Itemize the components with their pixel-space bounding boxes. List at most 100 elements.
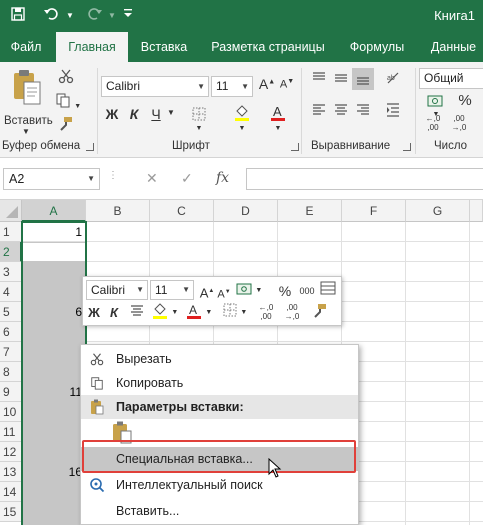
paste-option-button[interactable] bbox=[111, 420, 137, 444]
align-center-button[interactable] bbox=[332, 102, 350, 120]
mini-font-name-combo[interactable]: Calibri ▼ bbox=[86, 280, 148, 300]
menu-item-insert[interactable]: Вставить... bbox=[81, 499, 358, 523]
borders-button[interactable]: ▼ bbox=[186, 106, 212, 139]
insert-function-icon[interactable]: fx bbox=[216, 170, 229, 186]
italic-button[interactable]: К bbox=[126, 106, 142, 122]
name-box[interactable]: A2 ▼ bbox=[3, 168, 100, 190]
shrink-font-button[interactable]: A▼ bbox=[278, 78, 296, 91]
align-left-button[interactable] bbox=[310, 102, 328, 120]
copy-button[interactable]: ▼ bbox=[54, 92, 82, 112]
row-header[interactable]: 15 bbox=[0, 502, 22, 522]
column-header-g[interactable]: G bbox=[406, 200, 470, 222]
cancel-entry-icon[interactable]: ✕ bbox=[146, 170, 158, 187]
mini-merge-button[interactable] bbox=[319, 281, 337, 301]
menu-item-cut[interactable]: Вырезать bbox=[81, 347, 358, 371]
row-header[interactable]: 10 bbox=[0, 402, 22, 422]
chevron-down-icon: ▼ bbox=[241, 82, 249, 91]
cell-a13[interactable]: 16 bbox=[22, 462, 84, 482]
alignment-launcher-icon[interactable] bbox=[403, 143, 411, 151]
mini-shrink-font-button[interactable]: A▼ bbox=[217, 282, 231, 302]
tab-file[interactable]: Файл bbox=[0, 32, 52, 62]
mini-borders-button[interactable]: ▼ bbox=[221, 303, 249, 323]
number-format-combo[interactable]: Общий bbox=[419, 68, 483, 89]
mini-increase-decimal-button[interactable]: ←,0,00 bbox=[255, 303, 277, 323]
redo-icon[interactable] bbox=[84, 6, 104, 26]
mini-bold-button[interactable]: Ж bbox=[87, 303, 101, 323]
mini-format-painter-button[interactable] bbox=[309, 303, 331, 323]
column-header-f[interactable]: F bbox=[342, 200, 406, 222]
font-launcher-icon[interactable] bbox=[291, 143, 299, 151]
mini-align-center-button[interactable] bbox=[129, 303, 145, 323]
tab-formulas[interactable]: Формулы bbox=[340, 32, 414, 62]
increase-decimal-button[interactable]: ←,0,00 bbox=[422, 114, 444, 132]
row-header[interactable]: 8 bbox=[0, 362, 22, 382]
font-color-button[interactable]: A ▼ bbox=[264, 104, 292, 139]
tab-home[interactable]: Главная bbox=[56, 32, 128, 62]
tab-insert[interactable]: Вставка bbox=[132, 32, 196, 62]
fill-color-button[interactable]: ▼ bbox=[228, 104, 256, 139]
mini-font-size-combo[interactable]: 11 ▼ bbox=[150, 280, 194, 300]
column-header-b[interactable]: B bbox=[86, 200, 150, 222]
formula-input[interactable] bbox=[246, 168, 483, 190]
align-top-button[interactable] bbox=[310, 70, 328, 88]
row-header[interactable]: 2 bbox=[0, 242, 22, 262]
customize-icon[interactable] bbox=[118, 6, 138, 26]
row-header[interactable]: 9 bbox=[0, 382, 22, 402]
mini-thousands-button[interactable]: 000 bbox=[297, 281, 317, 301]
paste-button[interactable]: Вставить ▼ bbox=[4, 68, 53, 136]
column-header-a[interactable]: A bbox=[22, 200, 86, 222]
align-bottom-button[interactable] bbox=[352, 68, 374, 90]
mini-accounting-button[interactable]: ▼ bbox=[235, 281, 263, 301]
tab-page-layout[interactable]: Разметка страницы bbox=[206, 32, 330, 62]
mini-font-size-value: 11 bbox=[155, 283, 168, 297]
font-name-combo[interactable]: Calibri ▼ bbox=[101, 76, 209, 97]
copy-icon bbox=[56, 93, 70, 108]
format-painter-button[interactable] bbox=[54, 116, 78, 136]
format-painter-icon bbox=[60, 117, 72, 131]
mini-decrease-decimal-button[interactable]: ,00 →,0 bbox=[281, 303, 303, 323]
cut-button[interactable] bbox=[54, 68, 78, 88]
mini-fill-color-button[interactable]: ▼ bbox=[151, 303, 179, 323]
column-header-e[interactable]: E bbox=[278, 200, 342, 222]
cell-a9[interactable]: 11 bbox=[22, 382, 84, 402]
font-group-label: Шрифт bbox=[172, 140, 210, 152]
column-header-c[interactable]: C bbox=[150, 200, 214, 222]
copy-icon bbox=[88, 371, 106, 398]
mini-font-color-button[interactable]: A ▼ bbox=[185, 303, 213, 323]
select-all-corner[interactable] bbox=[0, 200, 22, 222]
cell-a1[interactable]: 1 bbox=[22, 222, 84, 242]
row-header[interactable]: 14 bbox=[0, 482, 22, 502]
bold-button[interactable]: Ж bbox=[104, 106, 120, 122]
undo-dropdown-icon[interactable]: ▼ bbox=[60, 6, 80, 26]
row-header[interactable]: 5 bbox=[0, 302, 22, 322]
clipboard-launcher-icon[interactable] bbox=[86, 143, 94, 151]
row-header[interactable]: 1 bbox=[0, 222, 22, 242]
menu-item-smart-lookup[interactable]: Интеллектуальный поиск bbox=[81, 473, 358, 497]
row-header[interactable]: 7 bbox=[0, 342, 22, 362]
row-header[interactable]: 11 bbox=[0, 422, 22, 442]
mini-percent-button[interactable]: % bbox=[277, 281, 293, 301]
align-middle-button[interactable] bbox=[332, 70, 350, 88]
mini-grow-font-button[interactable]: A▲ bbox=[199, 281, 215, 301]
row-header[interactable]: 13 bbox=[0, 462, 22, 482]
percent-button[interactable]: % bbox=[456, 92, 474, 109]
font-size-combo[interactable]: 11 ▼ bbox=[211, 76, 253, 97]
row-header[interactable]: 4 bbox=[0, 282, 22, 302]
column-header-d[interactable]: D bbox=[214, 200, 278, 222]
decrease-decimal-button[interactable]: ,00 →,0 bbox=[448, 114, 470, 132]
row-header[interactable]: 3 bbox=[0, 262, 22, 282]
save-icon[interactable] bbox=[8, 6, 28, 26]
confirm-entry-icon[interactable]: ✓ bbox=[181, 170, 193, 187]
align-right-button[interactable] bbox=[354, 102, 372, 120]
row-header[interactable]: 12 bbox=[0, 442, 22, 462]
tab-data[interactable]: Данные bbox=[424, 32, 483, 62]
underline-button[interactable]: Ч bbox=[148, 106, 164, 122]
grow-font-button[interactable]: A▲ bbox=[258, 76, 276, 92]
cell-a5[interactable]: 6 bbox=[22, 302, 84, 322]
menu-item-copy[interactable]: Копировать bbox=[81, 371, 358, 395]
orientation-button[interactable]: ab bbox=[378, 70, 408, 120]
underline-dropdown-icon[interactable]: ▼ bbox=[166, 108, 176, 117]
row-header[interactable]: 6 bbox=[0, 322, 22, 342]
mini-italic-button[interactable]: К bbox=[107, 303, 121, 323]
undo-icon[interactable] bbox=[42, 6, 62, 26]
